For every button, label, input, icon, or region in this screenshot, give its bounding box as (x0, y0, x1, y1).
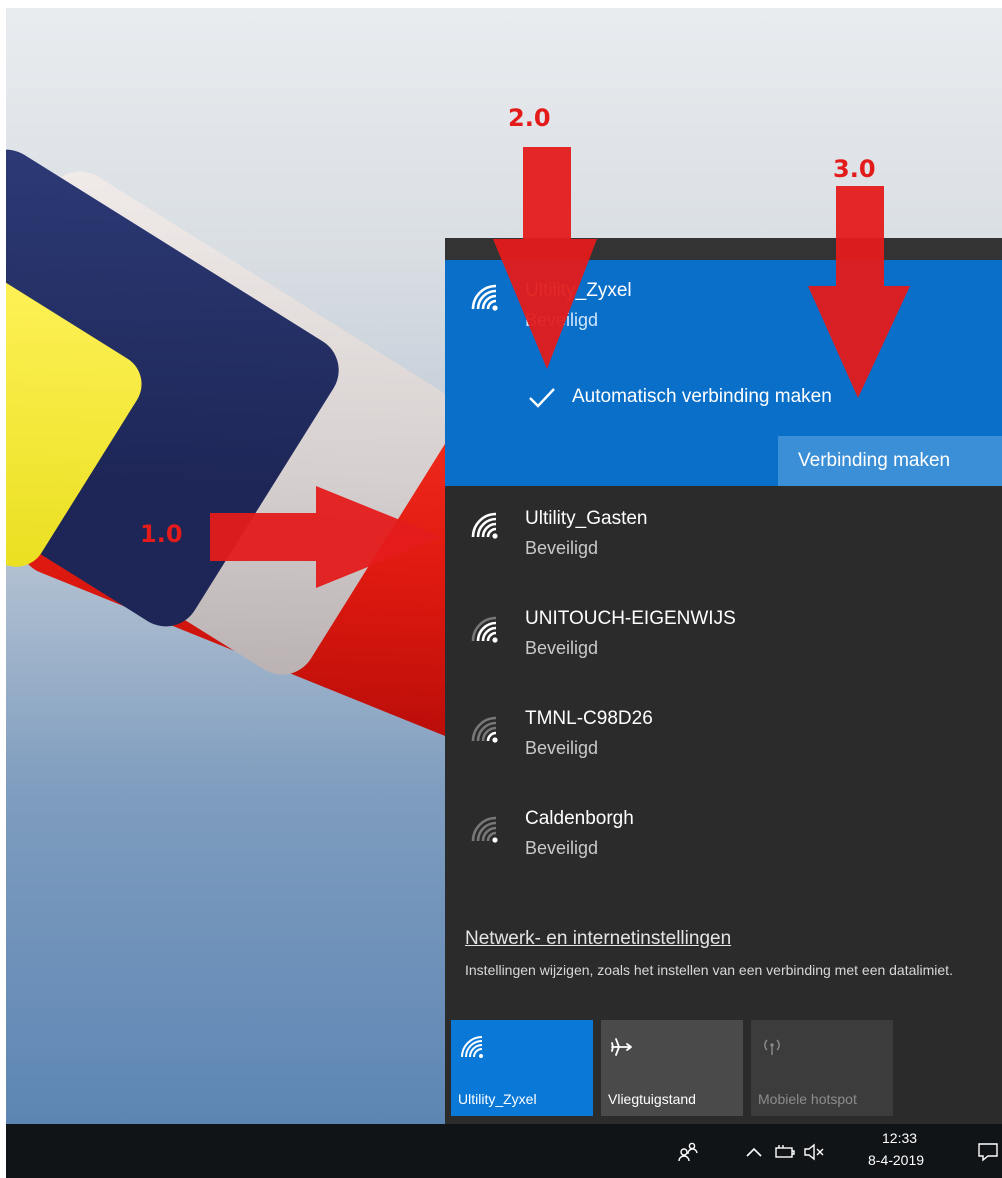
wifi-icon (471, 716, 498, 743)
network-status: Beveiligd (525, 638, 599, 658)
network-name: UNITOUCH-EIGENWIJS (525, 608, 736, 629)
annotation-step-3: 3.0 (833, 155, 876, 183)
network-item-tmnl-c98d26[interactable]: TMNL-C98D26 Beveiligd (445, 696, 1002, 796)
quick-action-mobile-hotspot[interactable]: Mobiele hotspot (751, 1020, 893, 1116)
airplane-icon (611, 1038, 632, 1056)
quick-action-label: Ultility_Zyxel (458, 1091, 537, 1107)
network-flyout: Ultility_Zyxel Beveiligd Automatisch ver… (445, 238, 1002, 1124)
network-item-caldenborgh[interactable]: Caldenborgh Beveiligd (445, 796, 1002, 896)
quick-action-wifi[interactable]: Ultility_Zyxel (451, 1020, 593, 1116)
network-settings-description: Instellingen wijzigen, zoals het instell… (465, 962, 953, 978)
auto-connect-label[interactable]: Automatisch verbinding maken (572, 386, 832, 408)
network-item-ultility-gasten[interactable]: Ultility_Gasten Beveiligd (445, 496, 1002, 596)
quick-action-label: Mobiele hotspot (758, 1091, 857, 1107)
people-icon[interactable] (676, 1140, 700, 1164)
chevron-up-icon[interactable] (742, 1140, 766, 1164)
action-center-icon[interactable] (976, 1140, 1000, 1164)
quick-action-airplane-mode[interactable]: Vliegtuigstand (601, 1020, 743, 1116)
network-status: Beveiligd (525, 738, 599, 758)
speaker-muted-icon[interactable] (802, 1140, 826, 1164)
annotation-arrow-down-icon (808, 186, 910, 398)
network-name: Caldenborgh (525, 808, 634, 829)
connect-button[interactable]: Verbinding maken (778, 436, 1002, 486)
network-settings-link[interactable]: Netwerk- en internetinstellingen (465, 928, 731, 950)
network-status: Beveiligd (525, 538, 599, 558)
wifi-icon (471, 616, 498, 643)
battery-plug-icon[interactable] (772, 1140, 796, 1164)
wifi-icon (471, 816, 498, 843)
annotation-arrow-down-icon (493, 147, 597, 369)
clock-time[interactable]: 12:33 (882, 1130, 917, 1146)
network-name: Ultility_Gasten (525, 508, 648, 529)
taskbar: 12:33 8-4-2019 (6, 1124, 1002, 1178)
network-name: TMNL-C98D26 (525, 708, 653, 729)
annotation-step-2: 2.0 (508, 104, 551, 132)
network-status: Beveiligd (525, 838, 599, 858)
wifi-icon (461, 1036, 483, 1058)
annotation-arrow-right-icon (210, 486, 442, 588)
network-item-unitouch-eigenwijs[interactable]: UNITOUCH-EIGENWIJS Beveiligd (445, 596, 1002, 696)
clock-date[interactable]: 8-4-2019 (868, 1152, 924, 1168)
quick-action-label: Vliegtuigstand (608, 1091, 696, 1107)
auto-connect-checkbox[interactable] (525, 382, 559, 412)
annotation-step-1: 1.0 (140, 520, 183, 548)
hotspot-icon (764, 1039, 780, 1055)
wifi-icon (471, 512, 498, 539)
